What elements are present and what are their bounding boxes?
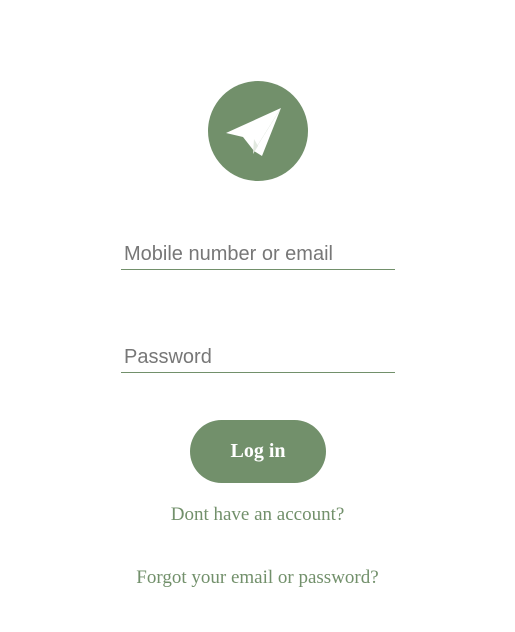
app-logo	[208, 81, 308, 181]
username-field[interactable]	[121, 239, 395, 270]
password-input[interactable]	[121, 342, 395, 372]
forgot-password-link[interactable]: Forgot your email or password?	[0, 567, 515, 589]
paper-plane-icon	[226, 108, 281, 156]
password-field[interactable]	[121, 342, 395, 373]
signup-link[interactable]: Dont have an account?	[0, 504, 515, 526]
username-input[interactable]	[121, 239, 395, 269]
login-button[interactable]: Log in	[190, 420, 326, 483]
